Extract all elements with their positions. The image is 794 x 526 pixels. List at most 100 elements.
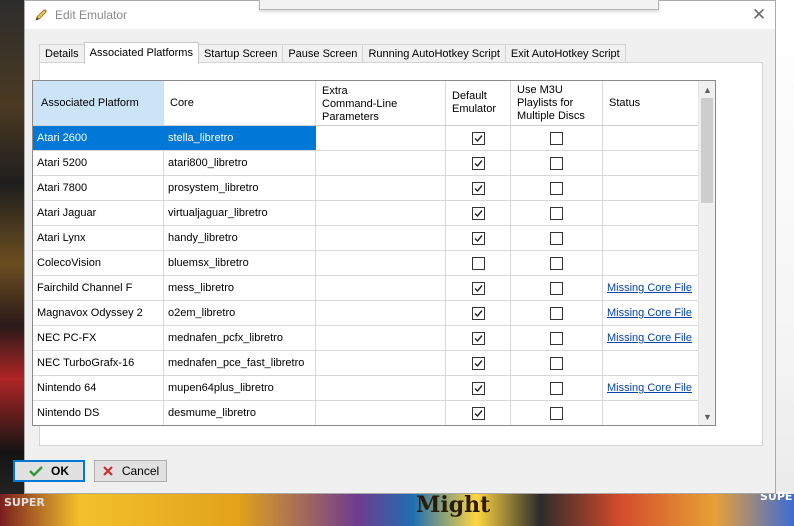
- m3u-checkbox[interactable]: [550, 156, 563, 170]
- platform-cell[interactable]: Fairchild Channel F: [33, 276, 164, 300]
- m3u-cell[interactable]: [511, 226, 603, 250]
- m3u-checkbox[interactable]: [550, 381, 563, 395]
- default-emulator-cell[interactable]: [446, 201, 511, 225]
- m3u-checkbox[interactable]: [550, 206, 563, 220]
- extra-cmd-cell[interactable]: [316, 151, 446, 175]
- default-emulator-cell[interactable]: [446, 176, 511, 200]
- m3u-cell[interactable]: [511, 301, 603, 325]
- tab-exit-autohotkey-script[interactable]: Exit AutoHotkey Script: [504, 44, 626, 63]
- m3u-checkbox[interactable]: [550, 356, 563, 370]
- platform-cell[interactable]: NEC PC-FX: [33, 326, 164, 350]
- core-cell[interactable]: atari800_libretro: [164, 151, 316, 175]
- platforms-grid[interactable]: Associated Platform Core Extra Command-L…: [32, 80, 716, 426]
- default-emulator-cell[interactable]: [446, 326, 511, 350]
- platform-cell[interactable]: Magnavox Odyssey 2: [33, 301, 164, 325]
- core-cell[interactable]: stella_libretro: [164, 126, 316, 150]
- column-header-m3u[interactable]: Use M3U Playlists for Multiple Discs: [511, 81, 603, 125]
- default-emulator-cell[interactable]: [446, 151, 511, 175]
- table-row[interactable]: ColecoVision bluemsx_libretro: [33, 251, 700, 276]
- table-row[interactable]: Magnavox Odyssey 2 o2em_libretro Missing C…: [33, 301, 700, 326]
- default-emulator-checkbox[interactable]: [471, 206, 485, 220]
- default-emulator-checkbox[interactable]: [471, 381, 485, 395]
- m3u-cell[interactable]: [511, 251, 603, 275]
- m3u-cell[interactable]: [511, 401, 603, 425]
- m3u-checkbox[interactable]: [550, 256, 563, 270]
- default-emulator-checkbox[interactable]: [471, 256, 485, 270]
- column-header-core[interactable]: Core: [164, 81, 316, 125]
- extra-cmd-cell[interactable]: [316, 226, 446, 250]
- scrollbar-thumb[interactable]: [701, 98, 713, 203]
- m3u-cell[interactable]: [511, 351, 603, 375]
- tab-running-autohotkey-script[interactable]: Running AutoHotkey Script: [362, 44, 506, 63]
- m3u-cell[interactable]: [511, 126, 603, 150]
- extra-cmd-cell[interactable]: [316, 276, 446, 300]
- ok-button[interactable]: OK: [13, 460, 85, 482]
- default-emulator-cell[interactable]: [446, 376, 511, 400]
- platform-cell[interactable]: Nintendo DS: [33, 401, 164, 425]
- default-emulator-cell[interactable]: [446, 276, 511, 300]
- default-emulator-cell[interactable]: [446, 351, 511, 375]
- default-emulator-checkbox[interactable]: [471, 306, 485, 320]
- m3u-cell[interactable]: [511, 376, 603, 400]
- m3u-checkbox[interactable]: [550, 331, 563, 345]
- platform-cell[interactable]: ColecoVision: [33, 251, 164, 275]
- missing-core-file-link[interactable]: Missing Core File: [607, 282, 692, 294]
- core-cell[interactable]: bluemsx_libretro: [164, 251, 316, 275]
- platform-cell[interactable]: NEC TurboGrafx-16: [33, 351, 164, 375]
- m3u-cell[interactable]: [511, 201, 603, 225]
- column-header-extra-cmd[interactable]: Extra Command-Line Parameters: [316, 81, 446, 125]
- core-cell[interactable]: mednafen_pce_fast_libretro: [164, 351, 316, 375]
- vertical-scrollbar[interactable]: ▲ ▼: [698, 81, 715, 425]
- extra-cmd-cell[interactable]: [316, 251, 446, 275]
- tab-details[interactable]: Details: [39, 44, 85, 63]
- missing-core-file-link[interactable]: Missing Core File: [607, 382, 692, 394]
- platform-cell[interactable]: Atari 7800: [33, 176, 164, 200]
- cancel-button[interactable]: Cancel: [94, 460, 167, 482]
- extra-cmd-cell[interactable]: [316, 126, 446, 150]
- extra-cmd-cell[interactable]: [316, 376, 446, 400]
- table-row[interactable]: Atari 5200 atari800_libretro: [33, 151, 700, 176]
- column-header-default-emulator[interactable]: Default Emulator: [446, 81, 511, 125]
- m3u-cell[interactable]: [511, 326, 603, 350]
- default-emulator-checkbox[interactable]: [471, 281, 485, 295]
- m3u-checkbox[interactable]: [550, 406, 563, 420]
- extra-cmd-cell[interactable]: [316, 176, 446, 200]
- m3u-cell[interactable]: [511, 276, 603, 300]
- m3u-cell[interactable]: [511, 176, 603, 200]
- table-row[interactable]: Atari 2600 stella_libretro: [33, 126, 700, 151]
- default-emulator-checkbox[interactable]: [471, 356, 485, 370]
- m3u-checkbox[interactable]: [550, 181, 563, 195]
- core-cell[interactable]: mupen64plus_libretro: [164, 376, 316, 400]
- default-emulator-checkbox[interactable]: [471, 406, 485, 420]
- default-emulator-cell[interactable]: [446, 401, 511, 425]
- platform-cell[interactable]: Nintendo 64: [33, 376, 164, 400]
- platform-cell[interactable]: Atari Lynx: [33, 226, 164, 250]
- tab-associated-platforms[interactable]: Associated Platforms: [83, 42, 199, 64]
- extra-cmd-cell[interactable]: [316, 301, 446, 325]
- table-row[interactable]: Nintendo 64 mupen64plus_libretro Missing C…: [33, 376, 700, 401]
- scroll-down-arrow-icon[interactable]: ▼: [699, 408, 715, 425]
- default-emulator-checkbox[interactable]: [471, 156, 485, 170]
- default-emulator-checkbox[interactable]: [471, 331, 485, 345]
- platform-cell[interactable]: Atari 2600: [33, 126, 164, 150]
- close-button[interactable]: ✕: [743, 1, 775, 29]
- table-row[interactable]: Atari Jaguar virtualjaguar_libretro: [33, 201, 700, 226]
- column-header-status[interactable]: Status: [603, 81, 700, 125]
- core-cell[interactable]: mednafen_pcfx_libretro: [164, 326, 316, 350]
- table-row[interactable]: NEC TurboGrafx-16 mednafen_pce_fast_libre…: [33, 351, 700, 376]
- core-cell[interactable]: mess_libretro: [164, 276, 316, 300]
- default-emulator-cell[interactable]: [446, 251, 511, 275]
- default-emulator-cell[interactable]: [446, 226, 511, 250]
- table-row[interactable]: Nintendo DS desmume_libretro: [33, 401, 700, 425]
- table-row[interactable]: Fairchild Channel Fmess_libretro Missing …: [33, 276, 700, 301]
- extra-cmd-cell[interactable]: [316, 401, 446, 425]
- extra-cmd-cell[interactable]: [316, 351, 446, 375]
- scroll-up-arrow-icon[interactable]: ▲: [699, 81, 715, 98]
- m3u-cell[interactable]: [511, 151, 603, 175]
- default-emulator-checkbox[interactable]: [471, 131, 485, 145]
- default-emulator-cell[interactable]: [446, 301, 511, 325]
- platform-cell[interactable]: Atari Jaguar: [33, 201, 164, 225]
- platform-cell[interactable]: Atari 5200: [33, 151, 164, 175]
- missing-core-file-link[interactable]: Missing Core File: [607, 307, 692, 319]
- m3u-checkbox[interactable]: [550, 231, 563, 245]
